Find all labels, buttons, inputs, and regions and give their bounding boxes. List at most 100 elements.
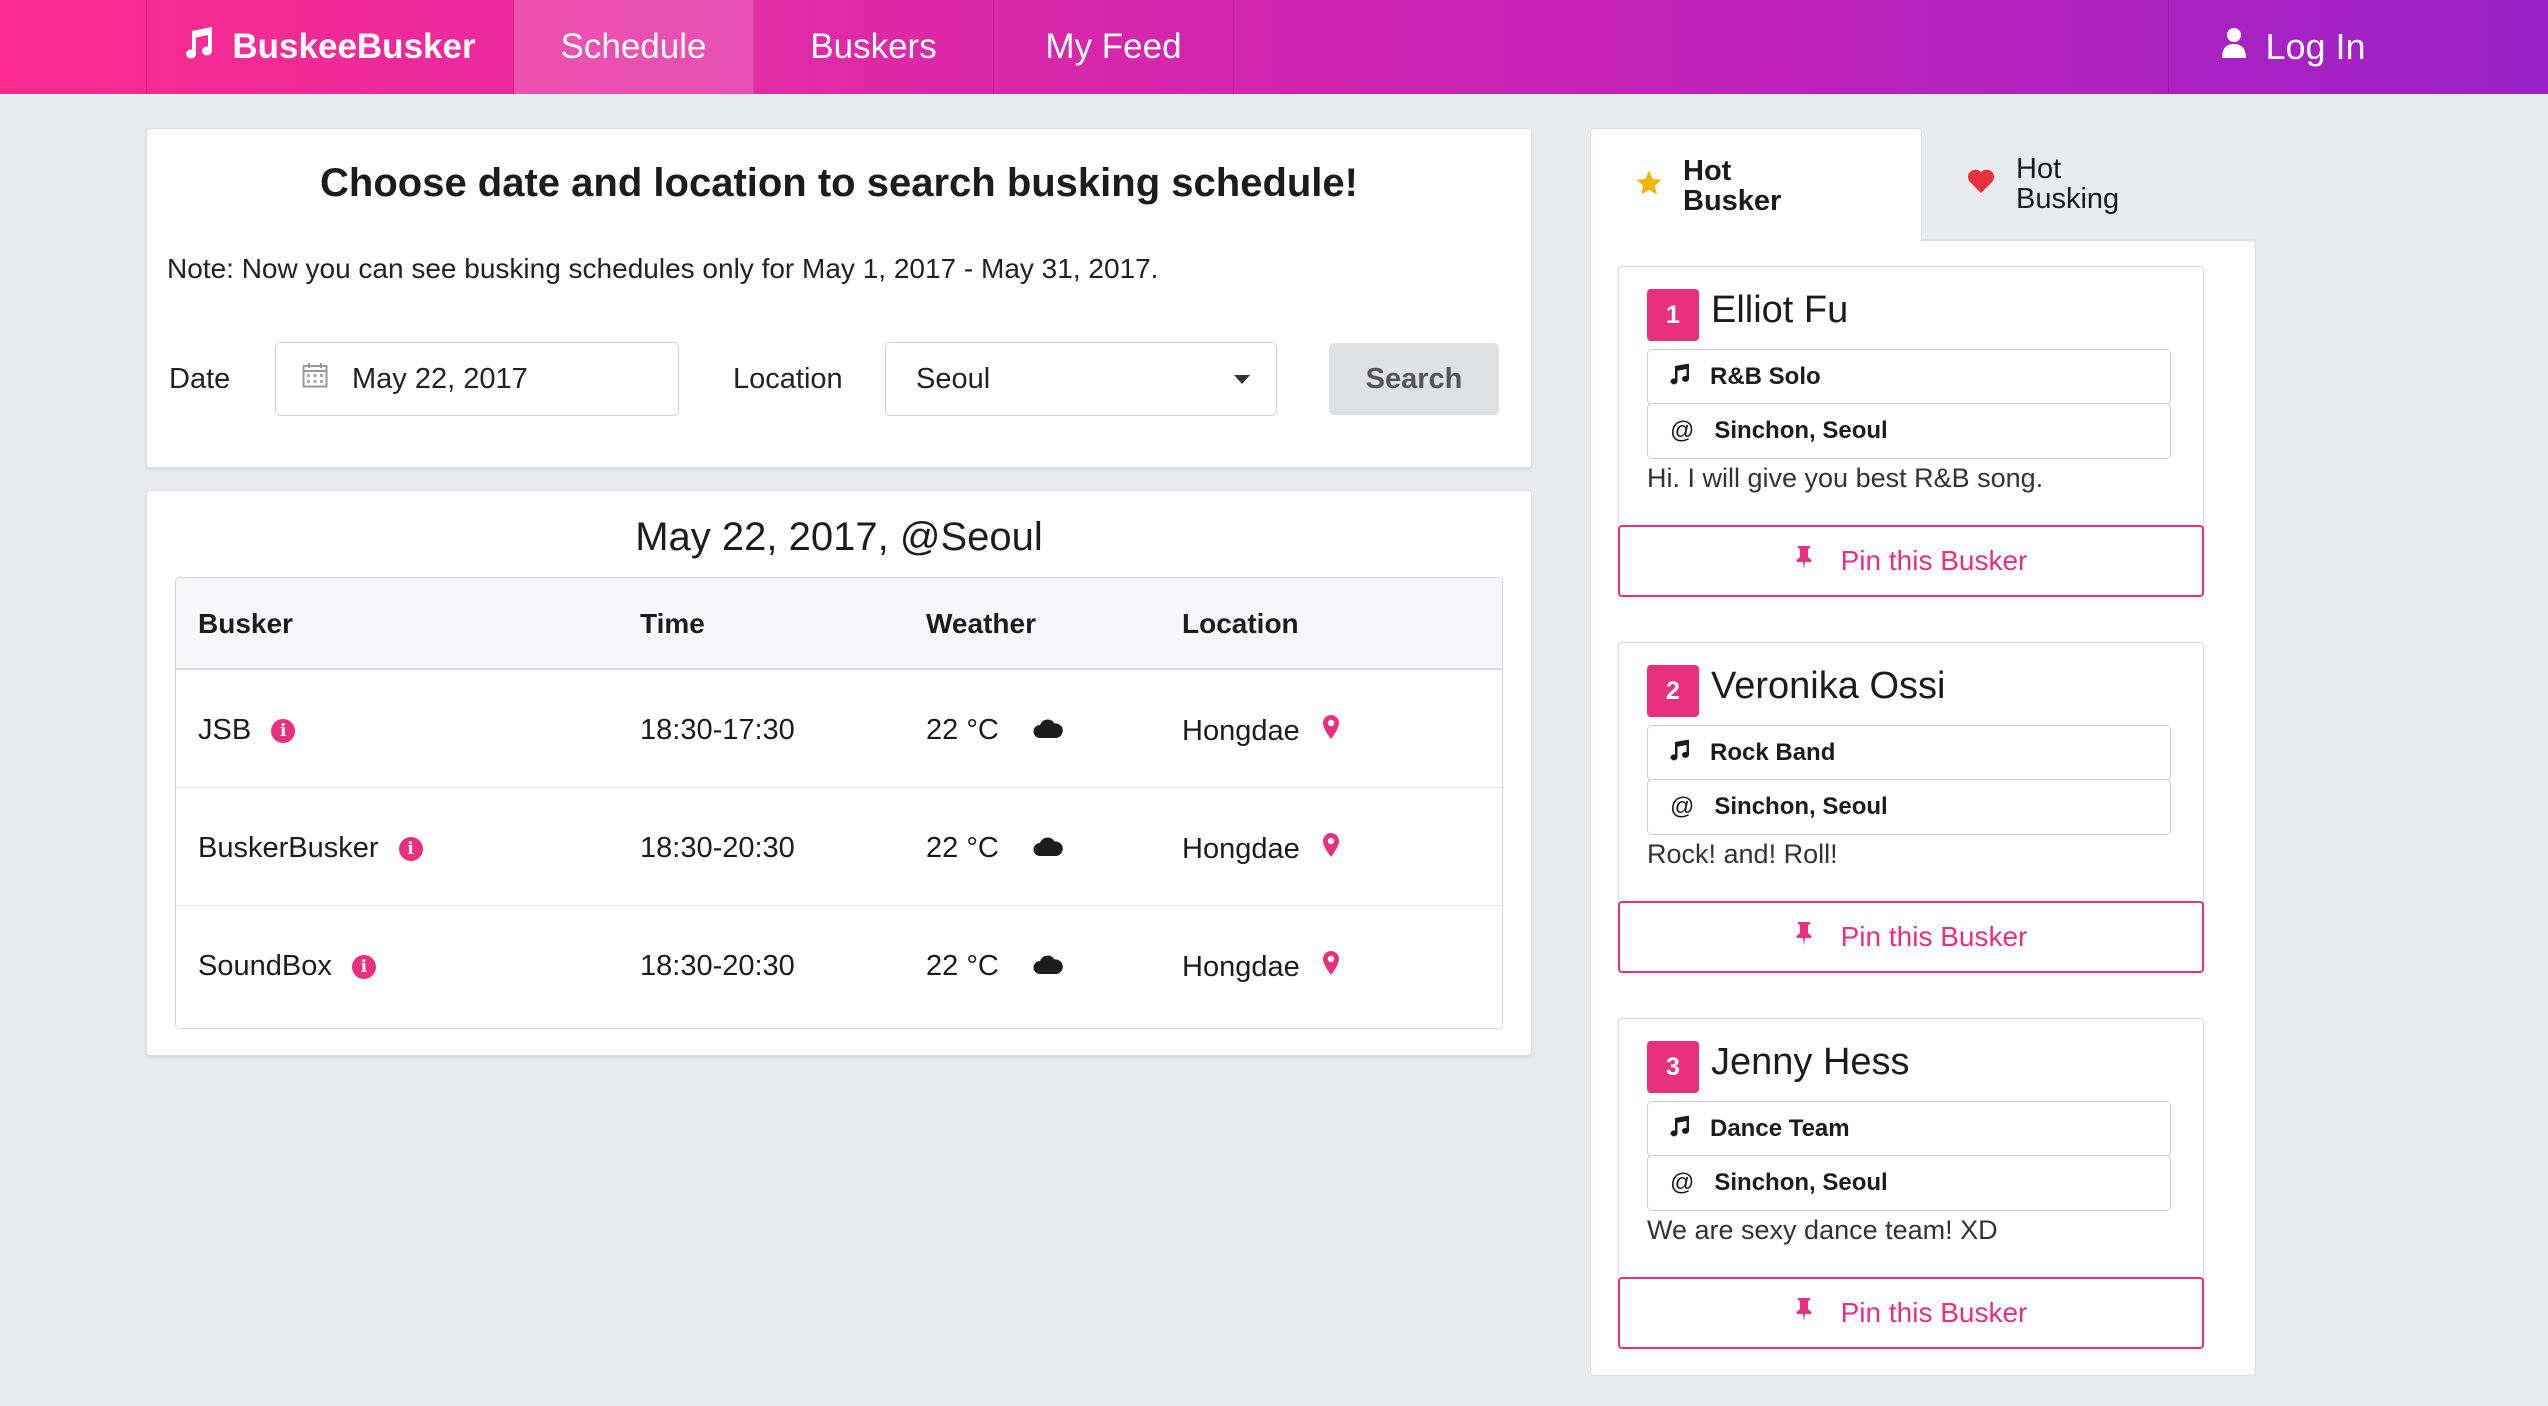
place-text: Sinchon, Seoul (1714, 1169, 1888, 1196)
date-input[interactable]: May 22, 2017 (275, 342, 679, 416)
rank-badge: 3 (1647, 1041, 1699, 1093)
search-button[interactable]: Search (1329, 343, 1499, 415)
busker-card: 2 Veronika Ossi Rock Band @ Sinchon, Seo… (1618, 642, 2204, 973)
map-pin-icon[interactable] (1322, 832, 1340, 866)
busker-cell: JSB i (198, 714, 296, 747)
login-label: Log In (2265, 26, 2366, 67)
tab-label-line: Hot (1683, 154, 1732, 187)
music-note-icon (184, 26, 214, 69)
tab-label-line: Busking (2016, 182, 2120, 215)
pin-busker-button[interactable]: Pin this Busker (1618, 901, 2204, 973)
rank-badge: 2 (1647, 665, 1699, 717)
thumbtack-icon (1795, 1297, 1813, 1330)
location-name: Hongdae (1182, 832, 1300, 865)
results-title: May 22, 2017, @Seoul (635, 515, 1043, 559)
date-label: Date (169, 363, 231, 395)
location-cell: Hongdae (1182, 832, 1340, 866)
genre-tag: Rock Band (1647, 725, 2171, 781)
busker-description: Hi. I will give you best R&B song. (1647, 463, 2044, 493)
busker-card-name[interactable]: Elliot Fu (1711, 289, 1848, 332)
place-tag: @ Sinchon, Seoul (1647, 779, 2171, 835)
nav-schedule[interactable]: Schedule (514, 0, 754, 94)
location-label: Location (733, 363, 843, 395)
genre-text: Dance Team (1710, 1115, 1850, 1142)
table-row: JSB i 18:30-17:30 22 °C Hongdae (176, 670, 1502, 788)
location-cell: Hongdae (1182, 950, 1340, 984)
tab-label-line: Hot (2016, 152, 2062, 185)
pin-label: Pin this Busker (1840, 545, 2028, 576)
location-select[interactable]: Seoul (885, 342, 1277, 416)
tab-hot-busker[interactable]: Hot Busker (1590, 128, 1922, 242)
info-icon[interactable]: i (351, 954, 376, 979)
weather-cell: 22 °C (926, 832, 1063, 865)
schedule-table: Busker Time Weather Location JSB i 18:30… (175, 577, 1503, 1029)
tab-label-line: Busker (1683, 184, 1782, 217)
busker-name[interactable]: SoundBox (198, 950, 332, 983)
tab-hot-busking[interactable]: Hot Busking (1922, 128, 2256, 240)
temperature: 22 °C (926, 714, 999, 746)
tab-hot-busker-label: Hot Busker (1683, 156, 1781, 216)
at-icon: @ (1670, 1169, 1695, 1196)
map-pin-icon[interactable] (1322, 950, 1340, 984)
cloud-icon (1033, 950, 1063, 983)
map-pin-icon[interactable] (1322, 714, 1340, 748)
weather-cell: 22 °C (926, 950, 1063, 983)
busker-card-name[interactable]: Veronika Ossi (1711, 665, 1945, 708)
pin-busker-button[interactable]: Pin this Busker (1618, 525, 2204, 597)
genre-tag: R&B Solo (1647, 349, 2171, 405)
busker-card-name[interactable]: Jenny Hess (1711, 1041, 1910, 1084)
page: BuskeeBusker Schedule Buskers My Feed Lo… (0, 0, 2548, 1406)
header-busker: Busker (198, 608, 293, 639)
busker-cell: BuskerBusker i (198, 832, 423, 865)
info-icon[interactable]: i (271, 718, 296, 743)
place-tag: @ Sinchon, Seoul (1647, 403, 2171, 459)
busker-card: 3 Jenny Hess Dance Team @ Sinchon, Seoul… (1618, 1018, 2204, 1349)
location-select-value: Seoul (916, 362, 991, 395)
temperature: 22 °C (926, 832, 999, 864)
nav-my-feed[interactable]: My Feed (994, 0, 1234, 94)
brand-link[interactable]: BuskeeBusker (146, 0, 514, 94)
search-note: Note: Now you can see busking schedules … (167, 253, 1159, 284)
at-icon: @ (1670, 417, 1695, 444)
hot-sidebar: Hot Busker Hot Busking 1 Elliot Fu R&B S… (1590, 128, 2256, 1376)
busker-description: Rock! and! Roll! (1647, 839, 1838, 869)
top-navbar: BuskeeBusker Schedule Buskers My Feed Lo… (0, 0, 2548, 94)
weather-cell: 22 °C (926, 714, 1063, 747)
cloud-icon (1033, 714, 1063, 747)
calendar-icon (302, 362, 328, 396)
location-cell: Hongdae (1182, 714, 1340, 748)
login-link[interactable]: Log In (2168, 0, 2418, 94)
date-value: May 22, 2017 (352, 362, 528, 395)
user-icon (2221, 26, 2247, 68)
time-cell: 18:30-17:30 (640, 714, 795, 746)
brand-name: BuskeeBusker (232, 27, 476, 66)
thumbtack-icon (1795, 921, 1813, 954)
location-name: Hongdae (1182, 950, 1300, 983)
place-text: Sinchon, Seoul (1714, 793, 1888, 820)
table-header: Busker Time Weather Location (176, 578, 1502, 670)
header-weather: Weather (926, 608, 1036, 639)
cloud-icon (1033, 832, 1063, 865)
chevron-down-icon (1234, 375, 1250, 384)
info-icon[interactable]: i (398, 836, 423, 861)
temperature: 22 °C (926, 950, 999, 982)
music-note-icon (1670, 363, 1690, 392)
nav-buskers[interactable]: Buskers (754, 0, 994, 94)
busker-description: We are sexy dance team! XD (1647, 1215, 1998, 1245)
busker-card: 1 Elliot Fu R&B Solo @ Sinchon, Seoul Hi… (1618, 266, 2204, 597)
busker-name[interactable]: BuskerBusker (198, 832, 379, 865)
tab-hot-busking-label: Hot Busking (2016, 154, 2119, 214)
thumbtack-icon (1795, 545, 1813, 578)
place-text: Sinchon, Seoul (1714, 417, 1888, 444)
music-note-icon (1670, 739, 1690, 768)
music-note-icon (1670, 1115, 1690, 1144)
busker-cell: SoundBox i (198, 950, 376, 983)
star-icon (1635, 169, 1663, 203)
pin-label: Pin this Busker (1840, 921, 2028, 952)
location-name: Hongdae (1182, 714, 1300, 747)
busker-name[interactable]: JSB (198, 714, 251, 747)
pin-busker-button[interactable]: Pin this Busker (1618, 1277, 2204, 1349)
table-row: SoundBox i 18:30-20:30 22 °C Hongdae (176, 906, 1502, 1024)
header-time: Time (640, 608, 705, 639)
pin-label: Pin this Busker (1840, 1297, 2028, 1328)
